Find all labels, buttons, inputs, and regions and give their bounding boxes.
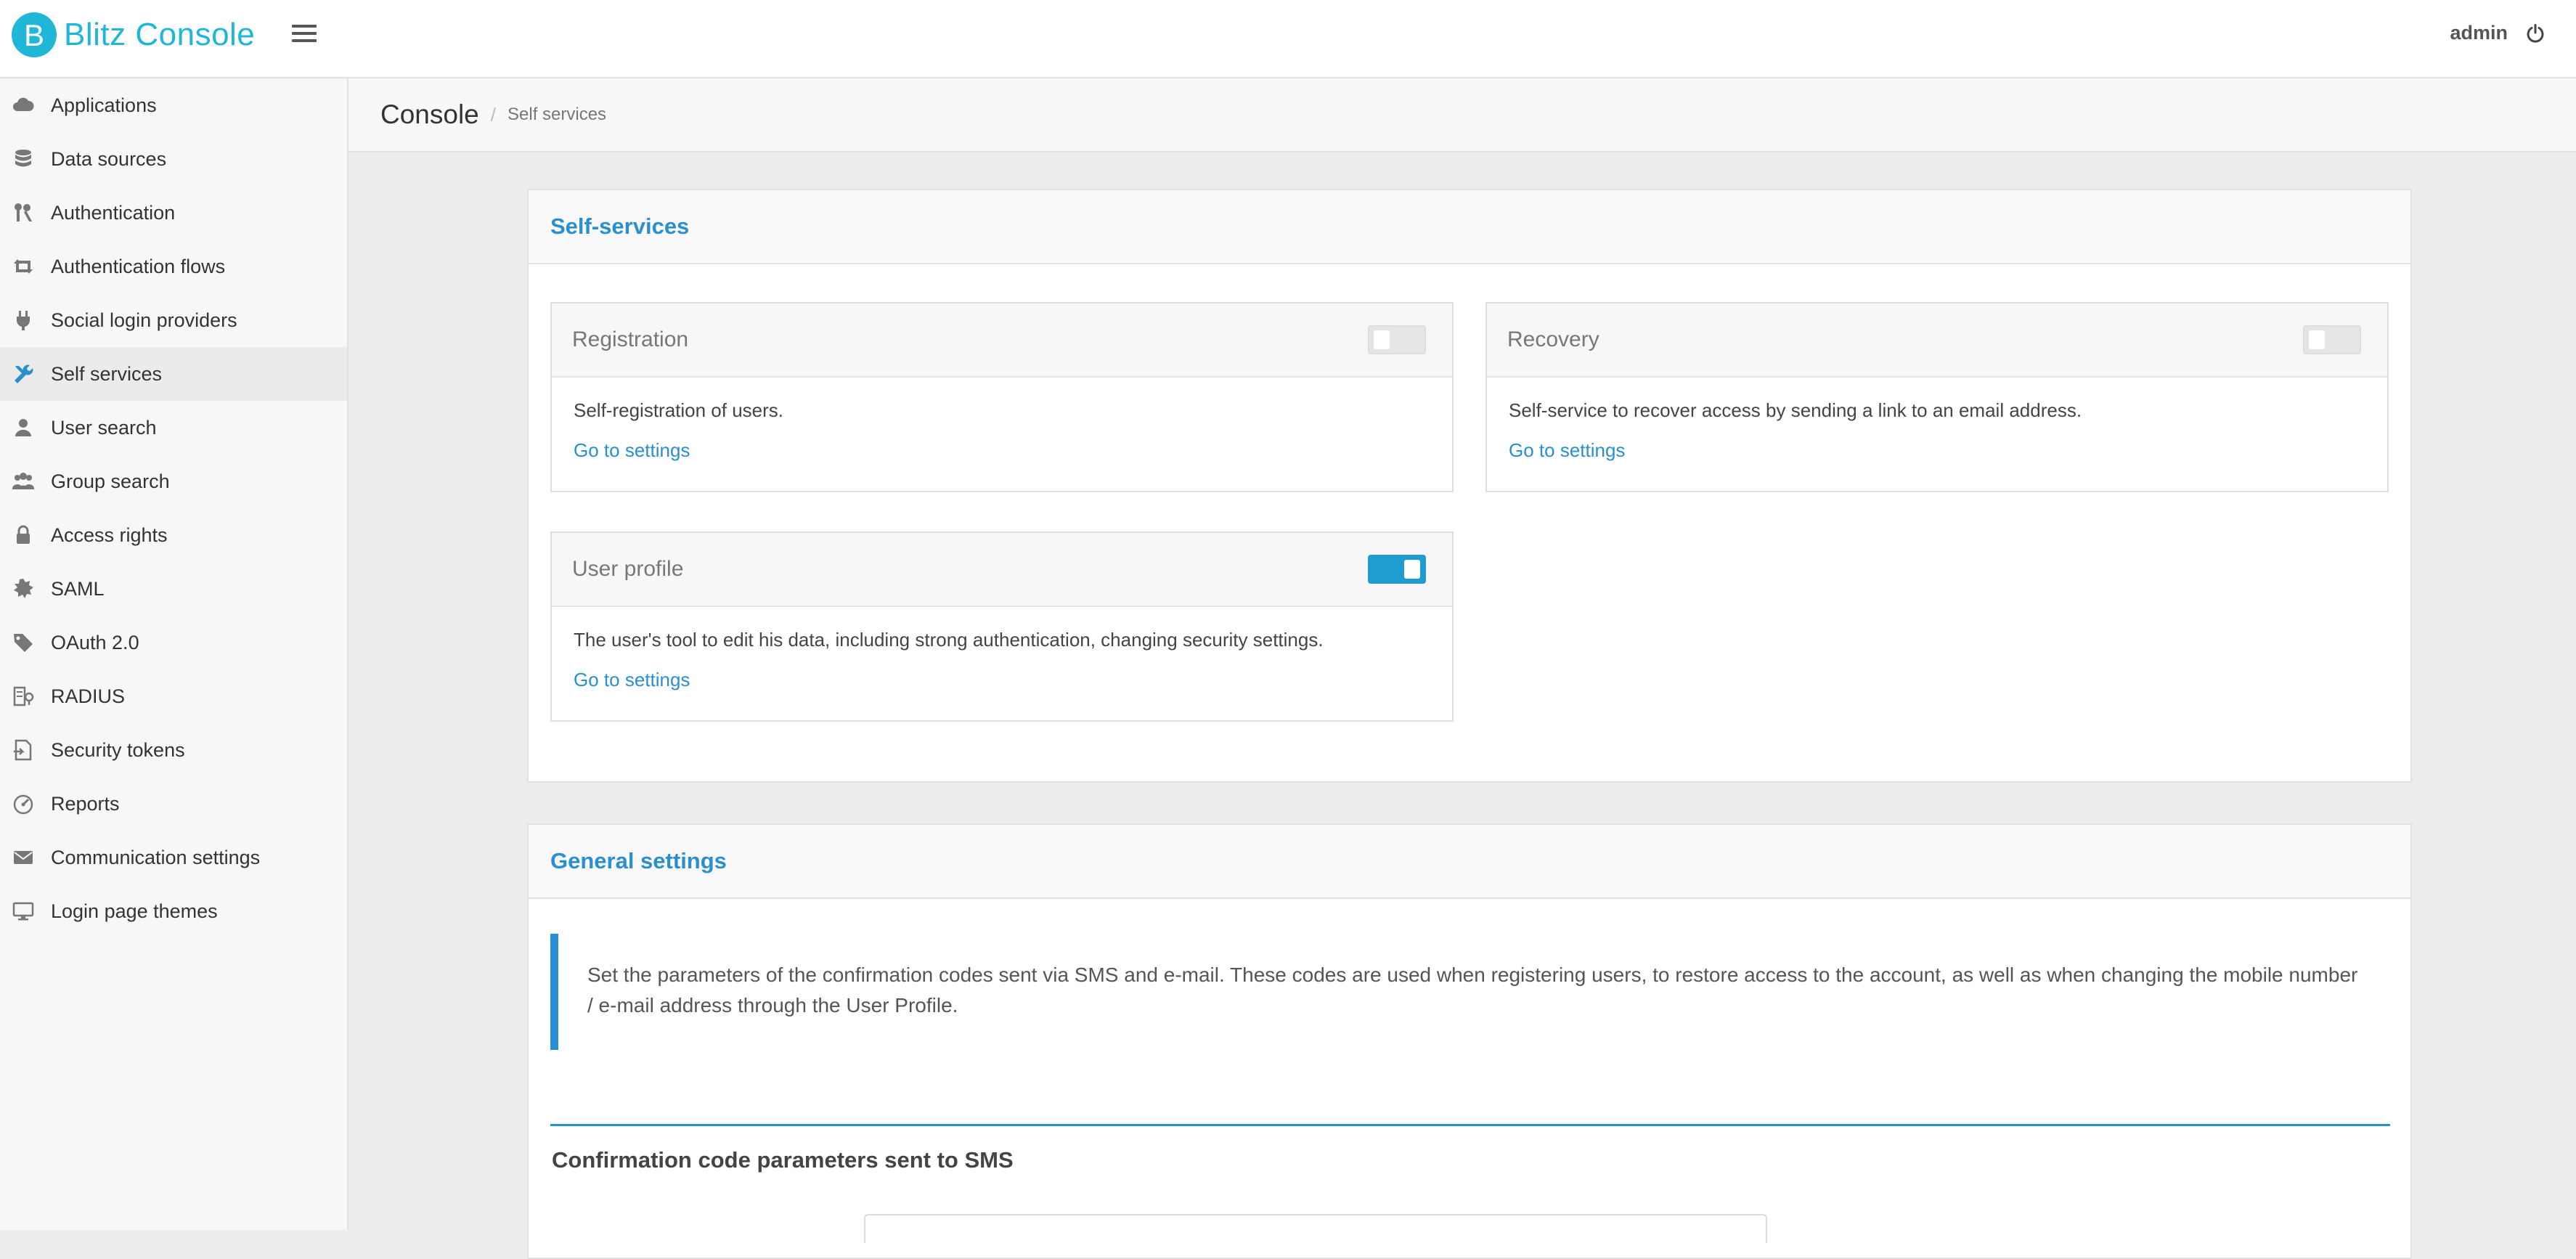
user-icon: [12, 416, 35, 439]
user-name[interactable]: admin: [2450, 22, 2508, 44]
sidebar-item-oauth[interactable]: OAuth 2.0: [0, 616, 347, 669]
sidebar-item-label: Access rights: [51, 523, 168, 546]
section-divider: [550, 1124, 2390, 1126]
sidebar-item-label: User search: [51, 416, 157, 439]
retweet-icon: [12, 255, 35, 278]
cloud-icon: [12, 94, 35, 117]
monitor-icon: [12, 900, 35, 923]
recovery-card: Recovery Self-service to recover access …: [1485, 302, 2389, 492]
card-title: Recovery: [1507, 327, 1599, 351]
sidebar-item-label: Data sources: [51, 147, 167, 170]
sidebar-item-label: SAML: [51, 577, 105, 600]
sidebar-item-label: Social login providers: [51, 309, 237, 331]
sidebar-item-security-tokens[interactable]: Security tokens: [0, 723, 347, 777]
sms-parameter-input[interactable]: [864, 1214, 1767, 1243]
sidebar-item-social-login-providers[interactable]: Social login providers: [0, 293, 347, 347]
breadcrumb-separator: /: [490, 103, 496, 126]
token-file-icon: [12, 738, 35, 762]
user-profile-toggle[interactable]: [1368, 555, 1426, 584]
sidebar-item-label: OAuth 2.0: [51, 631, 139, 653]
keys-icon: [12, 201, 35, 224]
panel-title: Self-services: [529, 190, 2410, 264]
sidebar-item-label: Security tokens: [51, 738, 185, 761]
power-icon[interactable]: [2525, 23, 2546, 44]
sidebar-item-reports[interactable]: Reports: [0, 777, 347, 831]
recovery-settings-link[interactable]: Go to settings: [1509, 439, 1625, 461]
tag-icon: [12, 631, 35, 654]
sidebar-item-saml[interactable]: SAML: [0, 562, 347, 616]
breadcrumb-current: Self services: [508, 105, 607, 124]
sidebar-item-user-search[interactable]: User search: [0, 401, 347, 455]
sidebar-item-data-sources[interactable]: Data sources: [0, 132, 347, 186]
dashboard-icon: [12, 792, 35, 815]
info-note-line-1: Set the parameters of the confirmation c…: [587, 963, 2358, 986]
app-title: Blitz Console: [64, 17, 256, 52]
sidebar-item-group-search[interactable]: Group search: [0, 455, 347, 508]
recovery-toggle[interactable]: [2303, 325, 2361, 354]
lock-icon: [12, 523, 35, 547]
menu-toggle-icon[interactable]: [292, 25, 317, 44]
card-description: The user's tool to edit his data, includ…: [574, 629, 1324, 651]
wrench-icon: [12, 362, 35, 386]
sidebar-item-label: Authentication: [51, 201, 176, 224]
card-description: Self-service to recover access by sendin…: [1509, 399, 2082, 421]
info-note: Set the parameters of the confirmation c…: [550, 934, 2387, 1050]
sidebar-item-radius[interactable]: RADIUS: [0, 669, 347, 723]
sidebar-item-label: Group search: [51, 470, 170, 492]
info-note-line-2: / e-mail address through the User Profil…: [587, 994, 958, 1016]
user-profile-settings-link[interactable]: Go to settings: [574, 669, 690, 690]
card-title: User profile: [572, 557, 684, 581]
card-title: Registration: [572, 327, 689, 351]
general-settings-panel: General settings Set the parameters of t…: [527, 823, 2412, 1259]
breadcrumb: Console / Self services: [349, 78, 2576, 152]
sidebar-item-label: RADIUS: [51, 685, 126, 707]
server-icon: [12, 685, 35, 708]
panel-title: General settings: [529, 825, 2410, 899]
certificate-icon: [12, 577, 35, 600]
app-logo[interactable]: B Blitz Console: [12, 12, 255, 57]
sidebar-item-label: Authentication flows: [51, 255, 226, 277]
logo-icon: B: [12, 12, 57, 57]
sidebar-item-self-services[interactable]: Self services: [0, 347, 347, 401]
sidebar: Applications Data sources Authentication…: [0, 78, 349, 1230]
self-services-panel: Self-services Registration Self-registra…: [527, 189, 2412, 783]
sidebar-item-login-page-themes[interactable]: Login page themes: [0, 884, 347, 938]
database-icon: [12, 147, 35, 171]
sidebar-item-authentication[interactable]: Authentication: [0, 186, 347, 240]
sidebar-item-access-rights[interactable]: Access rights: [0, 508, 347, 562]
breadcrumb-root[interactable]: Console: [380, 99, 479, 130]
sidebar-item-communication-settings[interactable]: Communication settings: [0, 831, 347, 884]
users-icon: [12, 470, 35, 493]
sidebar-item-label: Applications: [51, 94, 157, 116]
sidebar-item-authentication-flows[interactable]: Authentication flows: [0, 240, 347, 293]
sidebar-item-label: Communication settings: [51, 846, 261, 868]
sms-section-heading: Confirmation code parameters sent to SMS: [552, 1147, 1014, 1173]
user-menu: admin: [2450, 22, 2546, 44]
sidebar-item-applications[interactable]: Applications: [0, 78, 347, 132]
registration-toggle[interactable]: [1368, 325, 1426, 354]
sidebar-item-label: Self services: [51, 362, 163, 385]
registration-settings-link[interactable]: Go to settings: [574, 439, 690, 461]
registration-card: Registration Self-registration of users.…: [550, 302, 1454, 492]
card-description: Self-registration of users.: [574, 399, 784, 421]
user-profile-card: User profile The user's tool to edit his…: [550, 531, 1454, 722]
envelope-icon: [12, 846, 35, 869]
sidebar-item-label: Login page themes: [51, 900, 218, 922]
svg-text:B: B: [24, 18, 44, 52]
top-bar: B Blitz Console admin: [0, 0, 2576, 78]
plug-icon: [12, 309, 35, 332]
sidebar-item-label: Reports: [51, 792, 120, 815]
